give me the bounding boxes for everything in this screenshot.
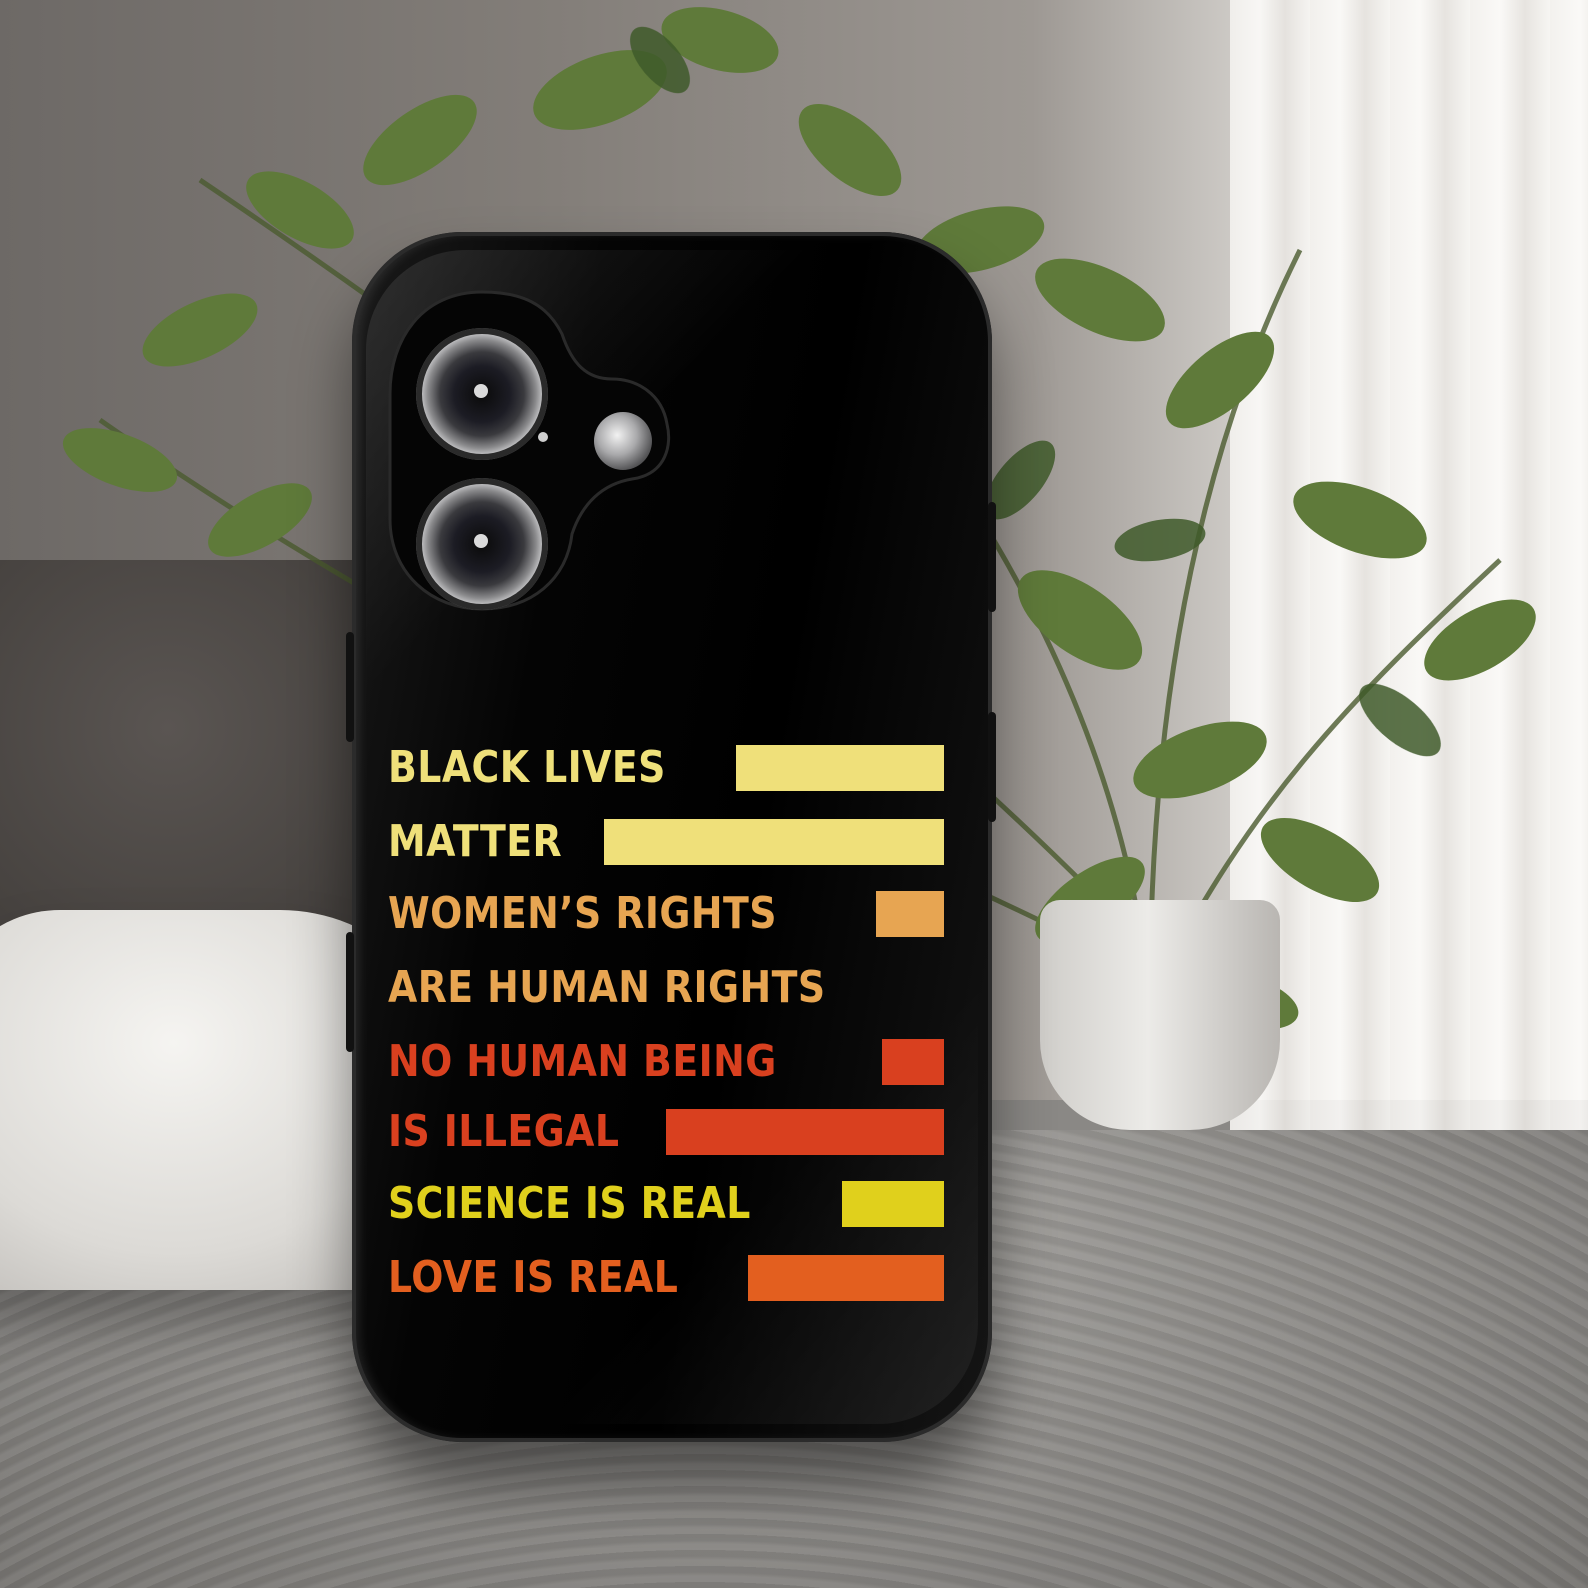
slogan-text: ARE HUMAN RIGHTS [388,962,826,1013]
slogan-line: IS ILLEGAL [388,1104,944,1160]
slogan-line: MATTER [388,814,944,870]
slogan-stripe [882,1039,944,1085]
slogan-text: SCIENCE IS REAL [388,1178,751,1229]
slogan-text: WOMEN’S RIGHTS [388,888,777,939]
slogan-stripe [842,1181,944,1227]
slogan-line: BLACK LIVES [388,740,944,796]
slogan-stripe [736,745,944,791]
microphone-dot [538,432,548,442]
slogan-text: BLACK LIVES [388,742,666,793]
camera-flash [594,412,652,470]
slogan-text: LOVE IS REAL [388,1252,679,1303]
slogan-text: IS ILLEGAL [388,1106,620,1157]
slogan-stripe [666,1109,944,1155]
side-button [346,932,354,1052]
camera-lens-bottom [416,478,548,610]
slogan-text: MATTER [388,816,563,867]
camera-module [382,284,672,614]
slogan-stripe [876,891,944,937]
slogan-text: NO HUMAN BEING [388,1036,777,1087]
camera-lens-top [416,328,548,460]
side-button [988,502,996,612]
slogan-line: SCIENCE IS REAL [388,1176,944,1232]
side-button [988,712,996,822]
slogan-stripe [748,1255,944,1301]
slogan-stripe [604,819,944,865]
plant-pot [1040,900,1280,1130]
lens-reflection [474,384,488,398]
lens-reflection [474,534,488,548]
product-scene: BLACK LIVES MATTER WOMEN’S RIGHTS ARE HUMAN… [0,0,1588,1588]
slogan-line: NO HUMAN BEING [388,1034,944,1090]
slogan-line: ARE HUMAN RIGHTS [388,960,944,1016]
phone-case: BLACK LIVES MATTER WOMEN’S RIGHTS ARE HUMAN… [346,232,996,1442]
slogan-line: WOMEN’S RIGHTS [388,886,944,942]
side-button [346,632,354,742]
slogan-line: LOVE IS REAL [388,1250,944,1306]
